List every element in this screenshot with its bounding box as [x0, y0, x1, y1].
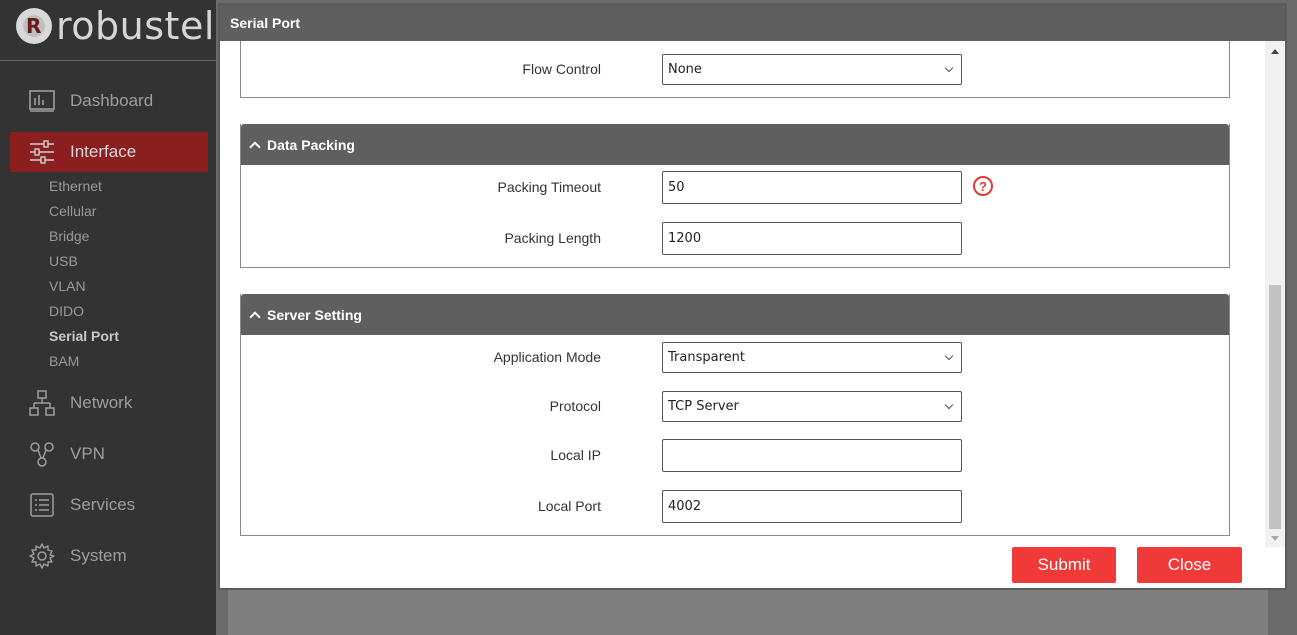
nav-system[interactable]: System — [10, 536, 208, 576]
local-port-value: 4002 — [668, 499, 702, 514]
flow-control-value: None — [668, 62, 702, 77]
application-mode-select[interactable]: Transparent — [662, 342, 962, 373]
divider — [0, 60, 216, 61]
sidebar-subitem-bridge[interactable]: Bridge — [49, 228, 89, 244]
protocol-value: TCP Server — [668, 399, 739, 414]
server-setting-section: Server Setting Application Mode Transpar… — [240, 294, 1230, 536]
sidebar-subitem-cellular[interactable]: Cellular — [49, 203, 96, 219]
scrollbar-thumb[interactable] — [1269, 285, 1281, 529]
services-icon — [29, 492, 55, 518]
sliders-icon — [29, 139, 55, 165]
nav-system-label: System — [70, 546, 127, 565]
local-ip-label: Local IP — [550, 447, 601, 463]
chevron-down-icon — [944, 400, 954, 410]
serial-settings-section: Flow Control None — [240, 41, 1230, 98]
sidebar-subitem-dido[interactable]: DIDO — [49, 303, 84, 319]
sidebar-subitem-usb[interactable]: USB — [49, 253, 78, 269]
nav-network-label: Network — [70, 393, 133, 412]
data-packing-header[interactable]: Data Packing — [241, 124, 1229, 165]
server-setting-title: Server Setting — [267, 306, 362, 323]
packing-timeout-label: Packing Timeout — [497, 179, 602, 195]
vpn-icon — [29, 441, 55, 467]
sidebar: robustel Dashboard Interface Ethernet Ce… — [0, 0, 216, 635]
protocol-select[interactable]: TCP Server — [662, 391, 962, 422]
nav-dashboard[interactable]: Dashboard — [10, 81, 208, 121]
data-packing-title: Data Packing — [267, 136, 355, 153]
packing-timeout-input[interactable]: 50 — [662, 171, 962, 204]
local-port-label: Local Port — [537, 498, 601, 514]
nav-interface[interactable]: Interface — [10, 132, 208, 172]
sidebar-subitem-bam[interactable]: BAM — [49, 353, 79, 369]
nav-vpn[interactable]: VPN — [10, 434, 208, 474]
packing-length-input[interactable]: 1200 — [662, 222, 962, 255]
nav-network[interactable]: Network — [10, 383, 208, 423]
help-icon[interactable]: ? — [973, 176, 993, 196]
scrollbar[interactable] — [1265, 41, 1285, 547]
dialog-title: Serial Port — [220, 5, 1285, 41]
nav-services-label: Services — [70, 495, 136, 514]
chevron-down-icon — [944, 63, 954, 73]
scroll-up-icon[interactable] — [1271, 49, 1279, 54]
application-mode-label: Application Mode — [493, 349, 601, 365]
flow-control-select[interactable]: None — [662, 54, 962, 85]
submit-button[interactable]: Submit — [1012, 547, 1116, 583]
dashboard-icon — [29, 88, 55, 114]
network-icon — [29, 390, 55, 416]
application-mode-value: Transparent — [668, 350, 745, 365]
protocol-label: Protocol — [549, 398, 601, 414]
nav-services[interactable]: Services — [10, 485, 208, 525]
data-packing-section: Data Packing Packing Timeout 50 ? Packin… — [240, 124, 1230, 268]
packing-length-value: 1200 — [668, 231, 702, 246]
gear-icon — [29, 543, 55, 569]
scroll-down-icon[interactable] — [1271, 536, 1279, 541]
local-port-input[interactable]: 4002 — [662, 490, 962, 523]
robustel-logo[interactable]: robustel — [16, 4, 215, 48]
sidebar-subitem-ethernet[interactable]: Ethernet — [49, 178, 102, 194]
local-ip-input[interactable] — [662, 439, 962, 472]
chevron-up-icon — [249, 310, 261, 323]
logo-mark-icon — [16, 8, 52, 44]
chevron-down-icon — [944, 351, 954, 361]
flow-control-label: Flow Control — [522, 61, 601, 77]
logo-text: robustel — [56, 4, 215, 48]
serial-port-dialog: Serial Port Flow Control None Data Packi… — [218, 3, 1287, 590]
packing-timeout-value: 50 — [668, 180, 685, 195]
nav-vpn-label: VPN — [70, 444, 105, 463]
sidebar-subitem-vlan[interactable]: VLAN — [49, 278, 86, 294]
packing-length-label: Packing Length — [504, 230, 601, 246]
nav-interface-label: Interface — [70, 142, 137, 161]
background-page — [228, 590, 1268, 635]
dialog-body: Flow Control None Data Packing Packing T… — [220, 41, 1265, 547]
server-setting-header[interactable]: Server Setting — [241, 294, 1229, 335]
close-button[interactable]: Close — [1137, 547, 1242, 583]
chevron-up-icon — [249, 140, 261, 153]
sidebar-subitem-serial-port[interactable]: Serial Port — [49, 328, 119, 344]
nav-dashboard-label: Dashboard — [70, 91, 154, 110]
